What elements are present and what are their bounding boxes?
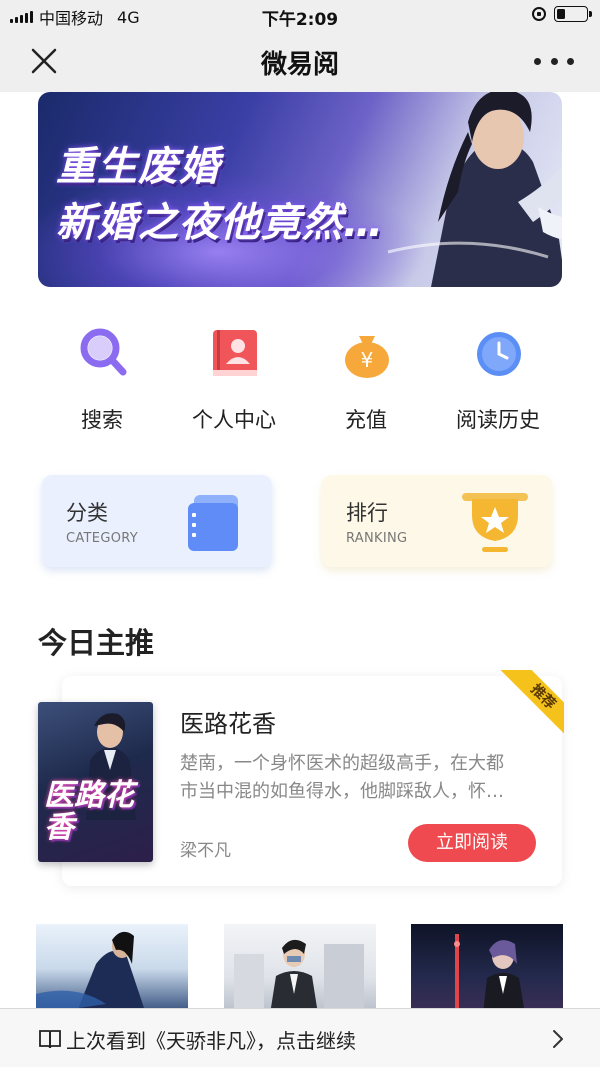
svg-text:¥: ¥ [361,348,374,372]
status-icons [532,6,592,22]
book-cover[interactable] [224,924,376,1014]
profile-book-icon [213,330,257,376]
rotation-lock-icon [532,7,546,21]
ranking-subtitle: RANKING [346,531,408,546]
cover-illustration [454,934,525,1014]
cover-illustration [36,931,146,1014]
promo-banner[interactable]: 重生废婚 新婚之夜他竟然… [38,92,562,287]
continue-reading-label: 上次看到《天骄非凡》，点击继续 [66,1029,356,1053]
clock-label: 下午2:09 [261,10,339,30]
category-card[interactable]: 分类 CATEGORY [42,475,272,567]
more-button[interactable] [534,50,574,72]
page-title: 微易阅 [260,50,339,80]
chevron-right-icon [553,1030,563,1048]
more-dots-icon [534,57,541,65]
category-subtitle: CATEGORY [66,531,138,546]
book-cover[interactable] [411,924,563,1014]
status-bar: 中国移动 4G 下午2:09 [0,0,600,30]
book-cover[interactable] [36,924,188,1014]
section-title: 今日主推 [38,626,155,660]
action-label: 充值 [345,408,387,432]
book-description-line: 楚南，一个身怀医术的超级高手，在大都 [180,753,504,774]
open-book-icon [39,1030,61,1049]
ranking-card[interactable]: 排行 RANKING [322,475,552,567]
battery-icon [554,6,592,22]
trophy-icon [462,493,528,552]
book-description-line: 市当中混的如鱼得水，他脚踩敌人，怀… [180,781,504,802]
read-now-button[interactable]: 立即阅读 [408,824,536,862]
recommend-ribbon: 推荐 [494,670,564,740]
book-description: 楚南，一个身怀医术的超级高手，在大都 市当中混的如鱼得水，他脚踩敌人，怀… [180,750,532,806]
nav-bar: 微易阅 [0,30,600,92]
cover-title: 医路花香 [44,778,134,845]
action-label: 个人中心 [192,408,276,432]
action-label: 阅读历史 [456,408,540,432]
book-cover-row [0,924,600,1014]
battery-level [557,9,566,19]
banner-title-line1: 重生废婚 [56,144,220,190]
ranking-title: 排行 [346,501,388,525]
folder-icon [188,495,238,551]
book-title[interactable]: 医路花香 [180,704,276,739]
action-search[interactable]: 搜索 [38,320,166,440]
action-label: 搜索 [81,408,123,432]
book-author: 梁不凡 [180,841,231,861]
money-bag-icon: ¥ [345,336,389,378]
banner-character-illustration [387,92,562,287]
action-recharge[interactable]: ¥ 充值 [302,320,430,440]
continue-reading-bar[interactable]: 上次看到《天骄非凡》，点击继续 [0,1008,600,1067]
banner-title-line2: 新婚之夜他竟然… [56,200,384,246]
cover-illustration [234,939,364,1014]
quick-actions: 搜索 个人中心 ¥ 充值 阅读历史 [38,320,562,440]
clock-icon [477,332,521,376]
ribbon-label: 推荐 [496,670,564,740]
book-cover[interactable]: 医路花香 [38,702,153,862]
category-title: 分类 [66,501,108,525]
action-history[interactable]: 阅读历史 [434,320,562,440]
action-profile[interactable]: 个人中心 [170,320,298,440]
search-icon [80,328,127,376]
